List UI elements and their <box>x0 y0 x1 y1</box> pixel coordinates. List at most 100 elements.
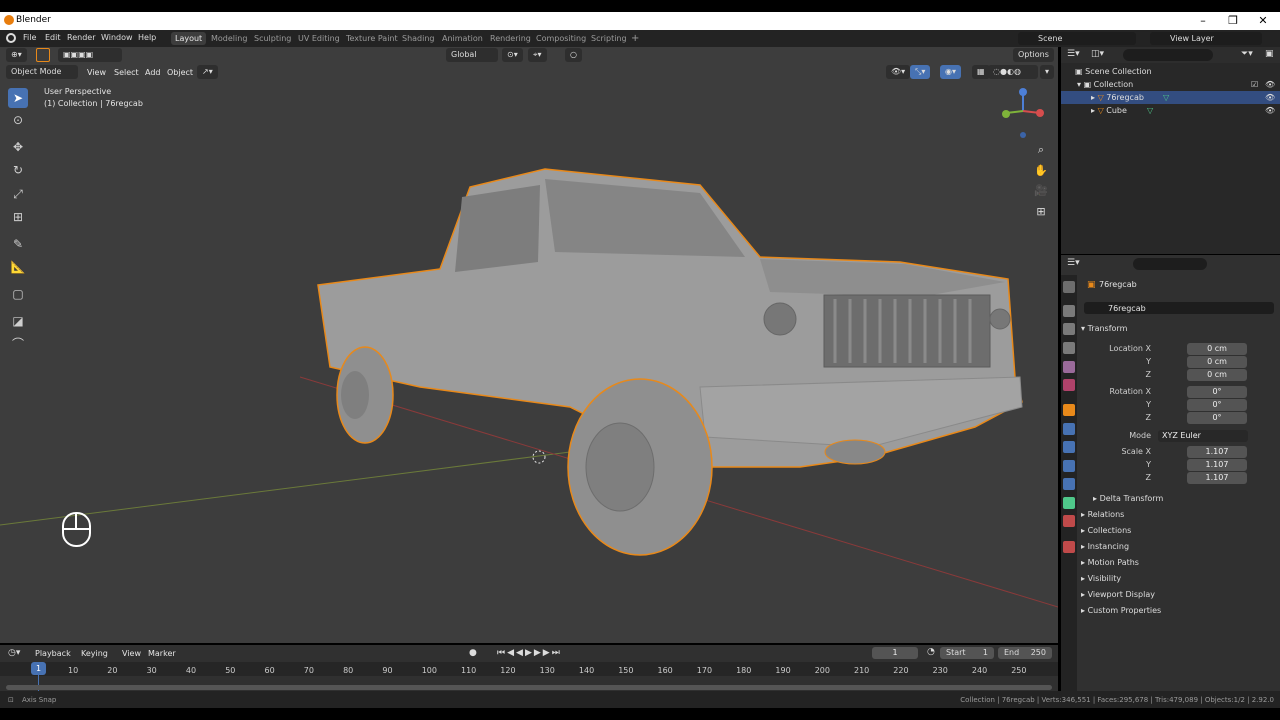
data-tab-icon[interactable] <box>1063 497 1075 509</box>
shear-tool-icon[interactable]: ⌒ <box>8 334 28 354</box>
options-dropdown[interactable]: Options <box>1013 48 1054 62</box>
transform-orientation-dropdown[interactable]: Global <box>446 48 498 62</box>
proportional-edit-icon[interactable]: ○ <box>565 48 582 62</box>
collections-panel-header[interactable]: ▸ Collections <box>1081 526 1131 535</box>
timeline-editor-icon[interactable]: ◷▾ <box>8 648 20 658</box>
select-box-icon[interactable] <box>36 48 50 62</box>
menu-select[interactable]: Select <box>114 68 139 77</box>
timer-icon[interactable]: ◔ <box>927 647 935 657</box>
visibility-dropdown[interactable]: 👁▾ <box>886 65 911 79</box>
add-cube-tool-icon[interactable]: ▢ <box>8 284 28 304</box>
tab-animation[interactable]: Animation <box>438 32 487 45</box>
shading-options-dropdown[interactable]: ▾ <box>1040 65 1055 79</box>
measure-tool-icon[interactable]: 📐 <box>8 257 28 277</box>
tool-tab-icon[interactable] <box>1063 281 1075 293</box>
timeline-view-menu[interactable]: View <box>122 649 141 658</box>
cursor-tool-icon[interactable]: ⊙ <box>8 110 28 130</box>
outliner-item-collection[interactable]: ▾ ▣ Collection ☑ 👁 <box>1061 78 1280 91</box>
select-tool-icon[interactable]: ➤ <box>8 88 28 108</box>
custom-properties-panel-header[interactable]: ▸ Custom Properties <box>1081 606 1161 615</box>
menu-help[interactable]: Help <box>138 33 156 42</box>
gpencil-dropdown[interactable]: ↗▾ <box>197 65 218 79</box>
outliner-search-input[interactable] <box>1123 49 1213 61</box>
location-x-field[interactable]: 0 cm <box>1187 343 1247 355</box>
add-workspace-icon[interactable]: + <box>627 32 643 45</box>
overlay-toggle[interactable]: ◉▾ <box>940 65 961 79</box>
menu-view[interactable]: View <box>87 68 106 77</box>
outliner-item-cube[interactable]: ▸ ▽ Cube ▽ 👁 <box>1061 104 1280 117</box>
world-tab-icon[interactable] <box>1063 379 1075 391</box>
marker-menu[interactable]: Marker <box>148 649 176 658</box>
view-layer-tab-icon[interactable] <box>1063 342 1075 354</box>
xray-toggle[interactable]: ▦ <box>972 65 990 79</box>
scene-selector[interactable]: Scene <box>1018 32 1136 45</box>
scale-y-field[interactable]: 1.107 <box>1187 459 1247 471</box>
editor-type-dropdown[interactable]: ⊕▾ <box>6 48 27 62</box>
outliner-scene-collection[interactable]: ▣ Scene Collection <box>1061 65 1280 78</box>
menu-window[interactable]: Window <box>101 33 133 42</box>
eye-icon[interactable]: 👁 <box>1265 78 1275 91</box>
scale-tool-icon[interactable]: ⤢ <box>8 184 28 204</box>
current-frame-field[interactable]: 1 <box>872 647 918 659</box>
relations-panel-header[interactable]: ▸ Relations <box>1081 510 1124 519</box>
viewport-canvas[interactable] <box>0 47 1058 643</box>
close-icon[interactable]: ✕ <box>1248 13 1278 29</box>
tab-compositing[interactable]: Compositing <box>532 32 590 45</box>
rotation-y-field[interactable]: 0° <box>1187 399 1247 411</box>
tab-modeling[interactable]: Modeling <box>207 32 251 45</box>
menu-render[interactable]: Render <box>67 33 95 42</box>
particles-tab-icon[interactable] <box>1063 441 1075 453</box>
instancing-panel-header[interactable]: ▸ Instancing <box>1081 542 1129 551</box>
constraints-tab-icon[interactable] <box>1063 478 1075 490</box>
tab-uv-editing[interactable]: UV Editing <box>294 32 344 45</box>
scale-x-field[interactable]: 1.107 <box>1187 446 1247 458</box>
pivot-dropdown[interactable]: ⊙▾ <box>502 48 523 62</box>
transform-panel-header[interactable]: ▾ Transform <box>1081 324 1127 333</box>
visibility-panel-header[interactable]: ▸ Visibility <box>1081 574 1121 583</box>
keying-dropdown[interactable]: Keying <box>81 649 108 658</box>
zoom-icon[interactable]: ⌕ <box>1033 142 1049 158</box>
location-y-field[interactable]: 0 cm <box>1187 356 1247 368</box>
object-tab-icon[interactable] <box>1063 404 1075 416</box>
perspective-grid-icon[interactable]: ⊞ <box>1033 204 1049 220</box>
gizmo-toggle[interactable]: ⤡▾ <box>910 65 931 79</box>
physics-tab-icon[interactable] <box>1063 460 1075 472</box>
eye-icon[interactable]: 👁 <box>1265 104 1275 117</box>
playhead[interactable]: 1 <box>31 662 46 675</box>
location-z-field[interactable]: 0 cm <box>1187 369 1247 381</box>
tab-scripting[interactable]: Scripting <box>587 32 631 45</box>
rotation-x-field[interactable]: 0° <box>1187 386 1247 398</box>
transform-tool-icon[interactable]: ⊞ <box>8 207 28 227</box>
timeline-scrollbar[interactable] <box>6 685 1052 690</box>
select-mode-buttons[interactable]: ▣▣▣▣ <box>58 48 122 62</box>
render-tab-icon[interactable] <box>1063 305 1075 317</box>
new-collection-icon[interactable]: ▣ <box>1265 49 1274 59</box>
properties-search-input[interactable] <box>1133 258 1207 270</box>
filter-icon[interactable]: ⏷▾ <box>1241 49 1253 59</box>
shading-mode-buttons[interactable]: ◌●◐◍ <box>988 65 1038 79</box>
modifier-tab-icon[interactable] <box>1063 423 1075 435</box>
scene-tab-icon[interactable] <box>1063 361 1075 373</box>
restore-icon[interactable]: ❐ <box>1218 13 1248 29</box>
annotate-tool-icon[interactable]: ✎ <box>8 234 28 254</box>
playback-controls[interactable]: ⏮◀◀▶▶▶⏭ <box>497 648 562 658</box>
end-frame-field[interactable]: End 250 <box>998 647 1052 659</box>
blender-menu-icon[interactable] <box>6 33 16 43</box>
scale-z-field[interactable]: 1.107 <box>1187 472 1247 484</box>
view-layer-selector[interactable]: View Layer <box>1150 32 1262 45</box>
rotation-mode-dropdown[interactable]: XYZ Euler <box>1158 430 1248 442</box>
rotate-tool-icon[interactable]: ↻ <box>8 160 28 180</box>
outliner-item-76regcab[interactable]: ▸ ▽ 76regcab ▽ 👁 <box>1061 91 1280 104</box>
menu-add[interactable]: Add <box>145 68 161 77</box>
tab-texture-paint[interactable]: Texture Paint <box>342 32 402 45</box>
properties-editor-icon[interactable]: ☰▾ <box>1067 258 1080 268</box>
snap-dropdown[interactable]: ⌖▾ <box>528 48 547 62</box>
minimize-icon[interactable]: – <box>1188 13 1218 29</box>
3d-viewport[interactable]: ⊕▾ ▣▣▣▣ Global ⊙▾ ⌖▾ ○ Options Object Mo… <box>0 47 1058 643</box>
tab-rendering[interactable]: Rendering <box>486 32 535 45</box>
menu-edit[interactable]: Edit <box>45 33 61 42</box>
material-tab-icon[interactable] <box>1063 515 1075 527</box>
display-mode-icon[interactable]: ◫▾ <box>1091 49 1104 59</box>
output-tab-icon[interactable] <box>1063 323 1075 335</box>
move-tool-icon[interactable]: ✥ <box>8 137 28 157</box>
